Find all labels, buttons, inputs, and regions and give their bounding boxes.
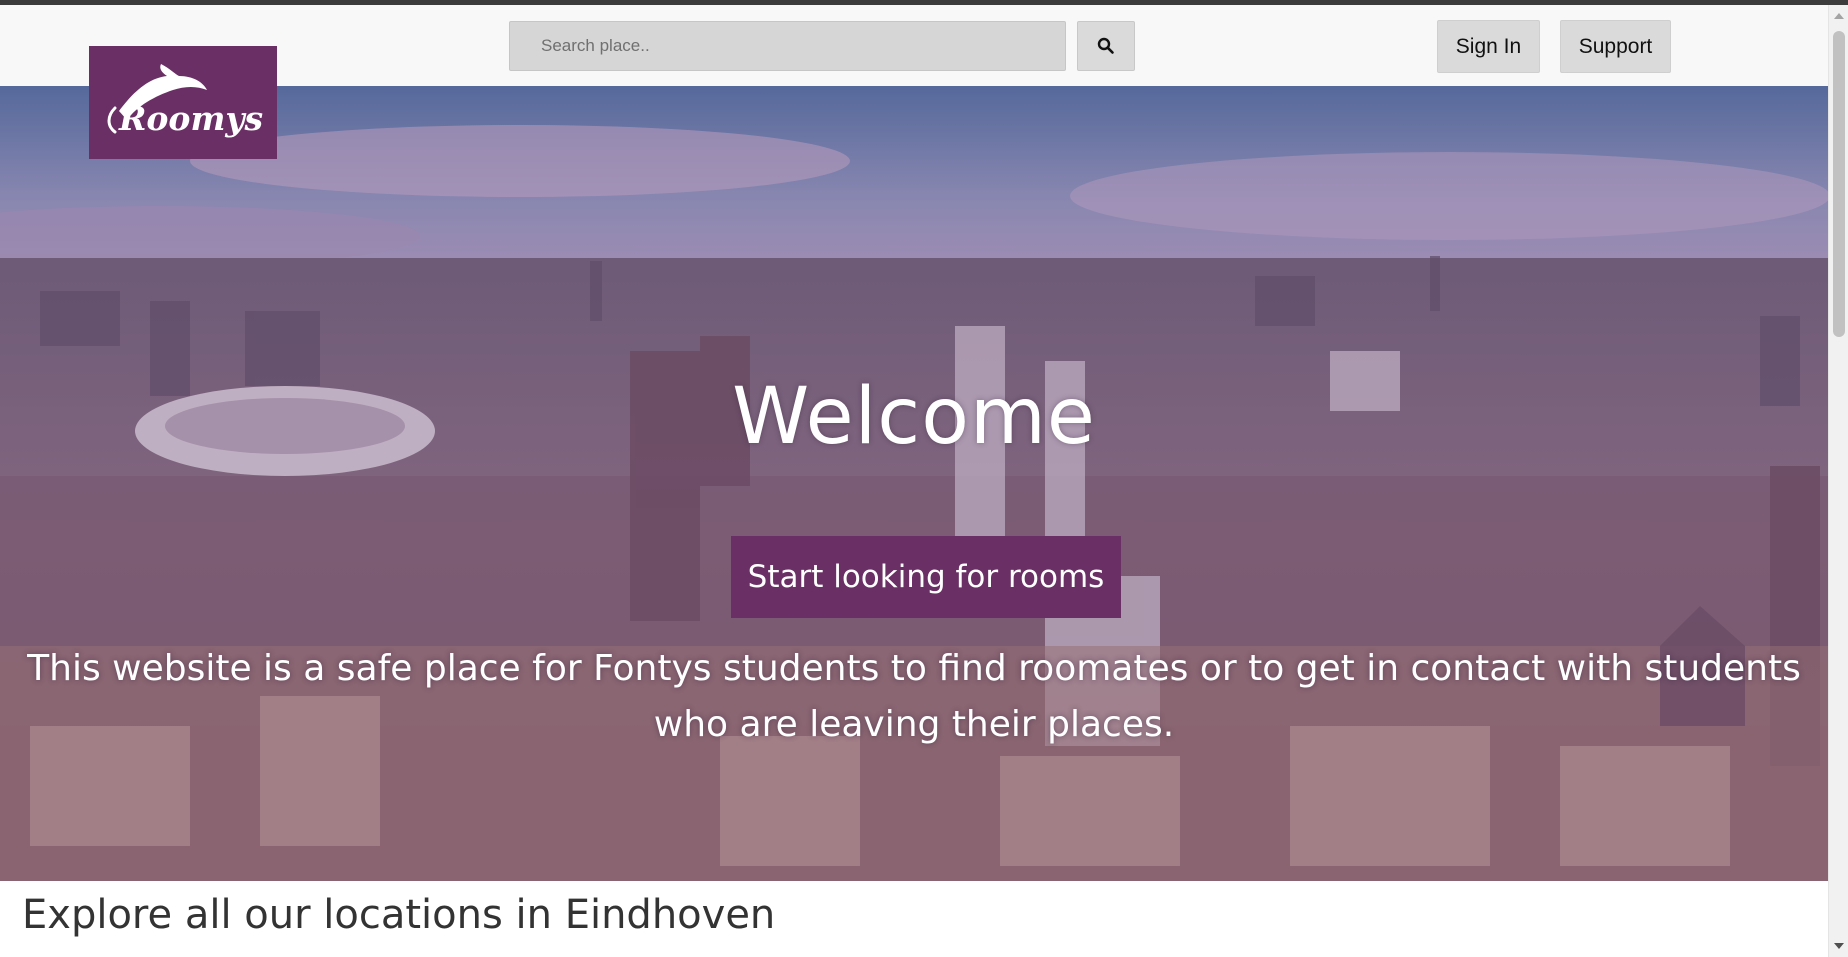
tagline-line-1: This website is a safe place for Fontys … bbox=[27, 648, 1801, 689]
scroll-thumb[interactable] bbox=[1833, 31, 1845, 337]
explore-heading: Explore all our locations in Eindhoven bbox=[22, 892, 776, 938]
hero-banner: Welcome Start looking for rooms This web… bbox=[0, 86, 1828, 881]
search-icon bbox=[1097, 37, 1114, 54]
search-placeholder: Search place.. bbox=[541, 36, 650, 55]
support-button[interactable]: Support bbox=[1560, 20, 1671, 73]
roomys-logo[interactable]: Roomys bbox=[89, 46, 277, 159]
hero-tagline: This website is a safe place for Fontys … bbox=[0, 641, 1828, 753]
page: Search place.. Sign In Support Welcome S… bbox=[0, 0, 1848, 957]
logo-text: Roomys bbox=[118, 99, 263, 138]
page-scrollbar[interactable] bbox=[1828, 5, 1848, 957]
search-button[interactable] bbox=[1077, 21, 1135, 71]
welcome-heading: Welcome bbox=[732, 372, 1096, 462]
scroll-down-arrow-icon[interactable] bbox=[1834, 943, 1844, 949]
scroll-up-arrow-icon[interactable] bbox=[1834, 13, 1844, 19]
hero-overlay bbox=[0, 86, 1828, 881]
tagline-line-2: who are leaving their places. bbox=[653, 704, 1175, 745]
dolphin-logo-icon: Roomys bbox=[107, 64, 263, 138]
sign-in-button[interactable]: Sign In bbox=[1437, 20, 1540, 73]
start-looking-button[interactable]: Start looking for rooms bbox=[731, 536, 1121, 618]
search-input[interactable]: Search place.. bbox=[509, 21, 1066, 71]
